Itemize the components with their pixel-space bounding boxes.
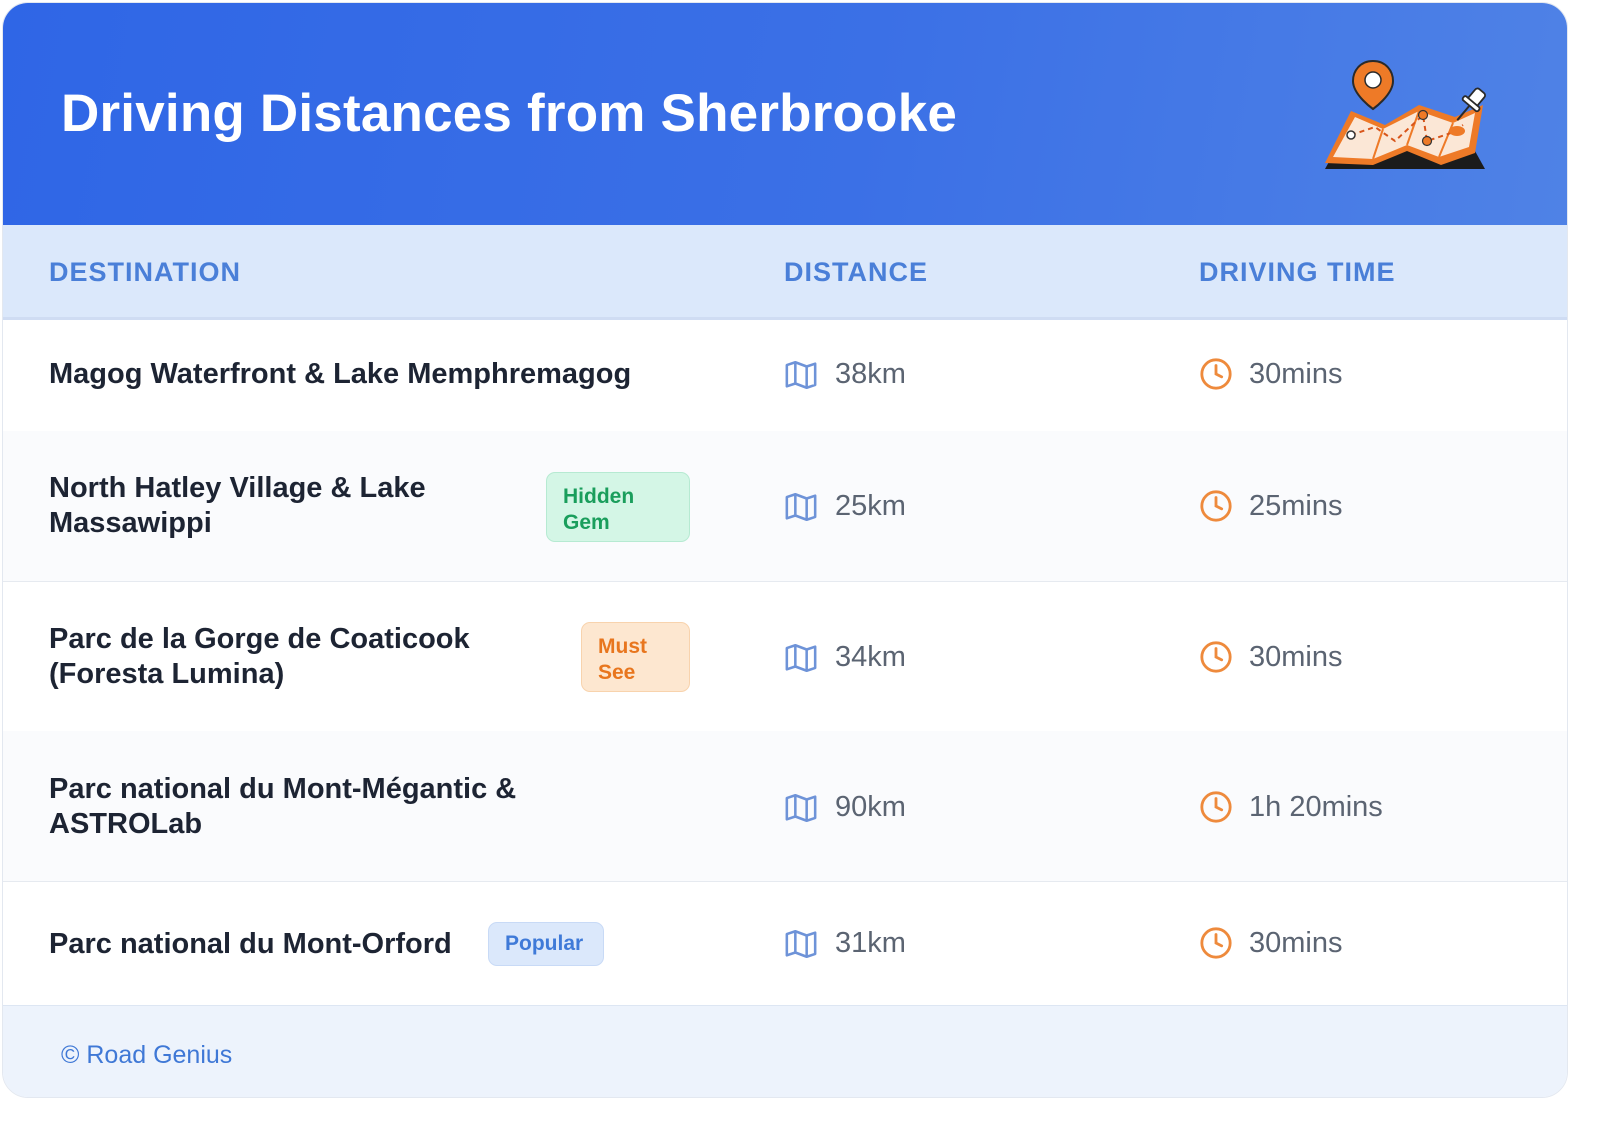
driving-time-value: 30mins: [1249, 927, 1343, 959]
distance-value: 31km: [835, 927, 906, 959]
map-icon: [785, 793, 817, 823]
footer: © Road Genius: [3, 1005, 1567, 1097]
table-row: Magog Waterfront & Lake Memphremagog 38k…: [3, 318, 1567, 432]
clock-icon: [1200, 490, 1232, 522]
header-banner: Driving Distances from Sherbrooke: [3, 3, 1567, 225]
table-row: North Hatley Village & Lake Massawippi H…: [3, 431, 1567, 582]
clock-icon: [1200, 641, 1232, 673]
driving-time-value: 30mins: [1249, 358, 1343, 390]
map-icon: [785, 492, 817, 522]
destination-name: Parc de la Gorge de Coaticook (Foresta L…: [49, 623, 470, 690]
driving-time-value: 30mins: [1249, 641, 1343, 673]
must-see-badge: Must See: [581, 622, 690, 692]
map-icon: [785, 643, 817, 673]
distance-value: 90km: [835, 791, 906, 823]
table-row: Parc national du Mont-Orford Popular 31k…: [3, 881, 1567, 1005]
distance-value: 34km: [835, 641, 906, 673]
clock-icon: [1200, 791, 1232, 823]
column-header-distance: DISTANCE: [784, 257, 929, 287]
distance-value: 25km: [835, 490, 906, 522]
distance-table-card: Driving Distances from Sherbrooke DESTIN…: [2, 2, 1568, 1098]
driving-time-value: 1h 20mins: [1249, 791, 1383, 823]
table-row: Parc de la Gorge de Coaticook (Foresta L…: [3, 581, 1567, 732]
destination-name: Parc national du Mont-Orford: [49, 928, 452, 960]
table-row: Parc national du Mont-Mégantic & ASTROLa…: [3, 731, 1567, 882]
copyright-text: © Road Genius: [61, 1041, 233, 1069]
clock-icon: [1200, 927, 1232, 959]
driving-time-value: 25mins: [1249, 490, 1343, 522]
map-icon: [785, 929, 817, 959]
hidden-gem-badge: Hidden Gem: [546, 472, 690, 542]
map-icon: [785, 360, 817, 390]
page-title: Driving Distances from Sherbrooke: [61, 84, 958, 143]
distance-value: 38km: [835, 358, 906, 390]
map-illustration-icon: [1325, 59, 1486, 169]
column-header-driving-time: DRIVING TIME: [1199, 257, 1396, 287]
clock-icon: [1200, 358, 1232, 390]
column-header-destination: DESTINATION: [49, 257, 241, 287]
popular-badge: Popular: [488, 922, 604, 966]
destination-name: North Hatley Village & Lake Massawippi: [49, 472, 426, 539]
table-header: DESTINATION DISTANCE DRIVING TIME: [3, 225, 1567, 320]
destination-name: Parc national du Mont-Mégantic & ASTROLa…: [49, 773, 517, 840]
destination-name: Magog Waterfront & Lake Memphremagog: [49, 358, 632, 390]
